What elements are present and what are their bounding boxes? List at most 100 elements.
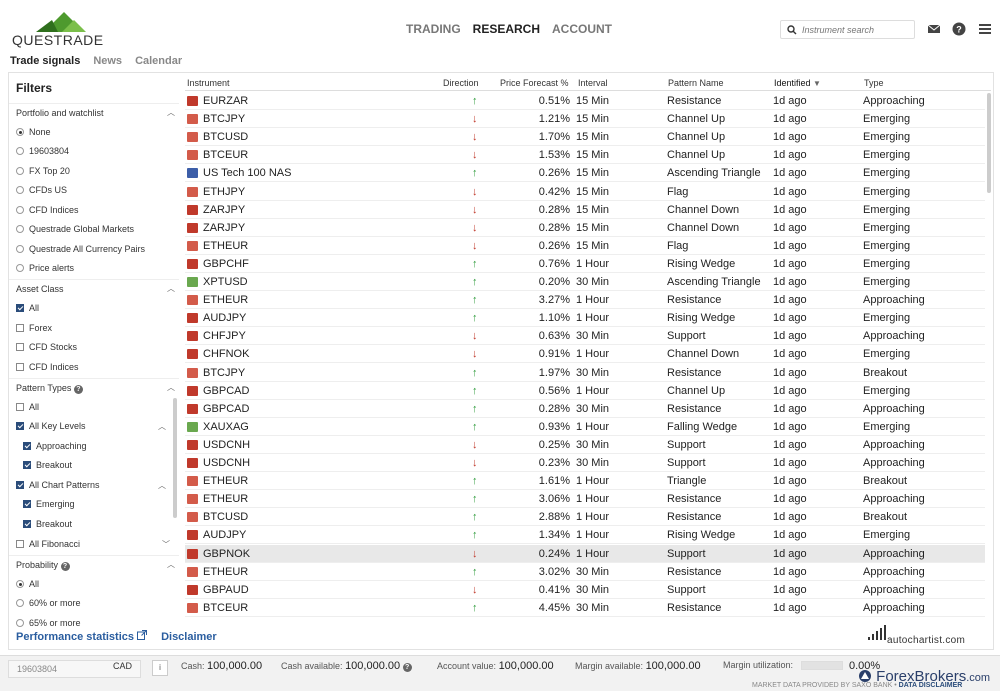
help-icon[interactable]: ? xyxy=(402,663,412,672)
asset-class-option[interactable]: All xyxy=(16,301,39,315)
hamburger-menu-icon[interactable] xyxy=(978,22,992,36)
disclaimer-link[interactable]: Disclaimer xyxy=(161,631,217,643)
checkbox[interactable] xyxy=(16,363,24,371)
probability-option[interactable]: All xyxy=(16,577,39,591)
asset-class-option[interactable]: CFD Indices xyxy=(16,360,79,374)
nav-trading[interactable]: TRADING xyxy=(406,22,461,36)
table-row[interactable]: BTCUSD ↑ 2.88% 1 Hour Resistance 1d ago Breako… xyxy=(185,508,985,527)
table-scrollbar[interactable] xyxy=(987,93,991,193)
cell-instrument[interactable]: ETHEUR xyxy=(203,493,248,505)
table-row[interactable]: ETHEUR ↑ 3.27% 1 Hour Resistance 1d ago Approa… xyxy=(185,291,985,310)
table-row[interactable]: ETHEUR ↑ 3.06% 1 Hour Resistance 1d ago Approa… xyxy=(185,490,985,509)
radio-selected[interactable] xyxy=(16,128,24,136)
table-row[interactable]: GBPCAD ↑ 0.28% 30 Min Resistance 1d ago Approa… xyxy=(185,400,985,418)
cell-instrument[interactable]: BTCEUR xyxy=(203,602,248,614)
table-row[interactable]: USDCNH ↓ 0.25% 30 Min Support 1d ago Approachi… xyxy=(185,436,985,454)
nav-research[interactable]: RESEARCH xyxy=(473,22,540,36)
checkbox-checked[interactable] xyxy=(23,520,31,528)
table-row[interactable]: AUDJPY ↑ 1.34% 1 Hour Rising Wedge 1d ago Emer… xyxy=(185,526,985,545)
table-row[interactable]: CHFNOK ↓ 0.91% 1 Hour Channel Down 1d ago Emer… xyxy=(185,345,985,364)
cell-instrument[interactable]: ETHJPY xyxy=(203,186,245,198)
cell-instrument[interactable]: ETHEUR xyxy=(203,475,248,487)
col-direction[interactable]: Direction xyxy=(443,78,479,88)
table-row[interactable]: AUDJPY ↑ 1.10% 1 Hour Rising Wedge 1d ago Emer… xyxy=(185,309,985,328)
search-input[interactable] xyxy=(802,24,912,35)
table-row[interactable]: CHFJPY ↓ 0.63% 30 Min Support 1d ago Approachi… xyxy=(185,327,985,346)
table-row[interactable]: ZARJPY ↓ 0.28% 15 Min Channel Down 1d ago Emer… xyxy=(185,219,985,237)
table-row[interactable]: GBPAUD ↓ 0.41% 30 Min Support 1d ago Approachi… xyxy=(185,581,985,599)
col-identified[interactable]: Identified ▼ xyxy=(774,78,821,88)
portfolio-option[interactable]: Questrade All Currency Pairs xyxy=(16,242,145,256)
tab-news[interactable]: News xyxy=(93,55,122,67)
radio[interactable] xyxy=(16,619,24,627)
account-info-button[interactable]: i xyxy=(152,660,168,676)
checkbox[interactable] xyxy=(16,343,24,351)
cell-instrument[interactable]: ZARJPY xyxy=(203,204,245,216)
checkbox-checked[interactable] xyxy=(23,442,31,450)
table-row[interactable]: US Tech 100 NAS ↑ 0.26% 15 Min Ascending Tri… xyxy=(185,164,985,183)
tab-calendar[interactable]: Calendar xyxy=(135,55,182,67)
col-pattern-name[interactable]: Pattern Name xyxy=(668,78,724,88)
cell-instrument[interactable]: EURZAR xyxy=(203,95,248,107)
questrade-logo[interactable]: QUESTRADE xyxy=(12,10,112,48)
checkbox-checked[interactable] xyxy=(16,422,24,430)
radio[interactable] xyxy=(16,186,24,194)
tab-trade-signals[interactable]: Trade signals xyxy=(10,55,80,67)
table-row[interactable]: XPTUSD ↑ 0.20% 30 Min Ascending Triangle 1d a… xyxy=(185,273,985,291)
pattern-type-option[interactable]: Breakout xyxy=(23,458,72,472)
portfolio-section-header[interactable]: Portfolio and watchlist ︿ xyxy=(9,103,179,121)
cell-instrument[interactable]: GBPNOK xyxy=(203,548,250,560)
checkbox[interactable] xyxy=(16,324,24,332)
cell-instrument[interactable]: GBPAUD xyxy=(203,584,249,596)
col-type[interactable]: Type xyxy=(864,78,884,88)
portfolio-option[interactable]: CFDs US xyxy=(16,183,67,197)
cell-instrument[interactable]: ZARJPY xyxy=(203,222,245,234)
cell-instrument[interactable]: BTCUSD xyxy=(203,131,248,143)
pattern-types-section-header[interactable]: Pattern Types ? ︿ xyxy=(9,378,179,396)
radio[interactable] xyxy=(16,264,24,272)
pattern-type-option[interactable]: All Key Levels ︿ xyxy=(16,419,166,433)
table-row[interactable]: EURZAR ↑ 0.51% 15 Min Resistance 1d ago Approa… xyxy=(185,92,985,110)
radio[interactable] xyxy=(16,206,24,214)
cell-instrument[interactable]: AUDJPY xyxy=(203,312,246,324)
asset-class-option[interactable]: Forex xyxy=(16,321,52,335)
cell-instrument[interactable]: BTCEUR xyxy=(203,149,248,161)
mail-icon[interactable] xyxy=(927,22,941,36)
pattern-type-option[interactable]: Approaching xyxy=(23,439,87,453)
pattern-type-option[interactable]: All xyxy=(16,400,39,414)
cell-instrument[interactable]: GBPCHF xyxy=(203,258,249,270)
performance-statistics-link[interactable]: Performance statistics xyxy=(16,630,148,643)
col-instrument[interactable]: Instrument xyxy=(187,78,230,88)
table-row[interactable]: ETHEUR ↑ 3.02% 30 Min Resistance 1d ago Approa… xyxy=(185,563,985,581)
table-row[interactable]: ETHJPY ↓ 0.42% 15 Min Flag 1d ago Emerging xyxy=(185,183,985,201)
cell-instrument[interactable]: BTCUSD xyxy=(203,511,248,523)
portfolio-option[interactable]: Price alerts xyxy=(16,261,74,275)
table-row[interactable]: ETHEUR ↑ 1.61% 1 Hour Triangle 1d ago Breakout xyxy=(185,472,985,491)
radio-selected[interactable] xyxy=(16,580,24,588)
cell-instrument[interactable]: ETHEUR xyxy=(203,294,248,306)
asset-class-option[interactable]: CFD Stocks xyxy=(16,340,77,354)
cell-instrument[interactable]: CHFJPY xyxy=(203,330,246,342)
chevron-up-icon[interactable]: ︿ xyxy=(158,480,166,491)
cell-instrument[interactable]: USDCNH xyxy=(203,439,250,451)
filters-scrollbar[interactable] xyxy=(173,398,177,518)
cell-instrument[interactable]: ETHEUR xyxy=(203,240,248,252)
probability-option[interactable]: 60% or more xyxy=(16,596,81,610)
probability-section-header[interactable]: Probability ? ︿ xyxy=(9,555,179,573)
table-row[interactable]: GBPCAD ↑ 0.56% 1 Hour Channel Up 1d ago Emergi… xyxy=(185,382,985,400)
radio[interactable] xyxy=(16,599,24,607)
cell-instrument[interactable]: XPTUSD xyxy=(203,276,248,288)
table-row[interactable]: BTCJPY ↓ 1.21% 15 Min Channel Up 1d ago Emergi… xyxy=(185,110,985,129)
pattern-type-option[interactable]: All Chart Patterns ︿ xyxy=(16,478,166,492)
table-row[interactable]: XAUXAG ↑ 0.93% 1 Hour Falling Wedge 1d ago Eme… xyxy=(185,418,985,436)
checkbox-checked[interactable] xyxy=(16,304,24,312)
portfolio-option[interactable]: FX Top 20 xyxy=(16,164,70,178)
portfolio-option[interactable]: None xyxy=(16,125,51,139)
radio[interactable] xyxy=(16,147,24,155)
help-icon[interactable]: ? xyxy=(73,385,83,394)
pattern-type-option[interactable]: Breakout xyxy=(23,517,72,531)
table-row[interactable]: ETHEUR ↓ 0.26% 15 Min Flag 1d ago Emerging xyxy=(185,237,985,255)
cell-instrument[interactable]: XAUXAG xyxy=(203,421,249,433)
table-row[interactable]: BTCUSD ↓ 1.70% 15 Min Channel Up 1d ago Emergi… xyxy=(185,128,985,147)
cell-instrument[interactable]: USDCNH xyxy=(203,457,250,469)
